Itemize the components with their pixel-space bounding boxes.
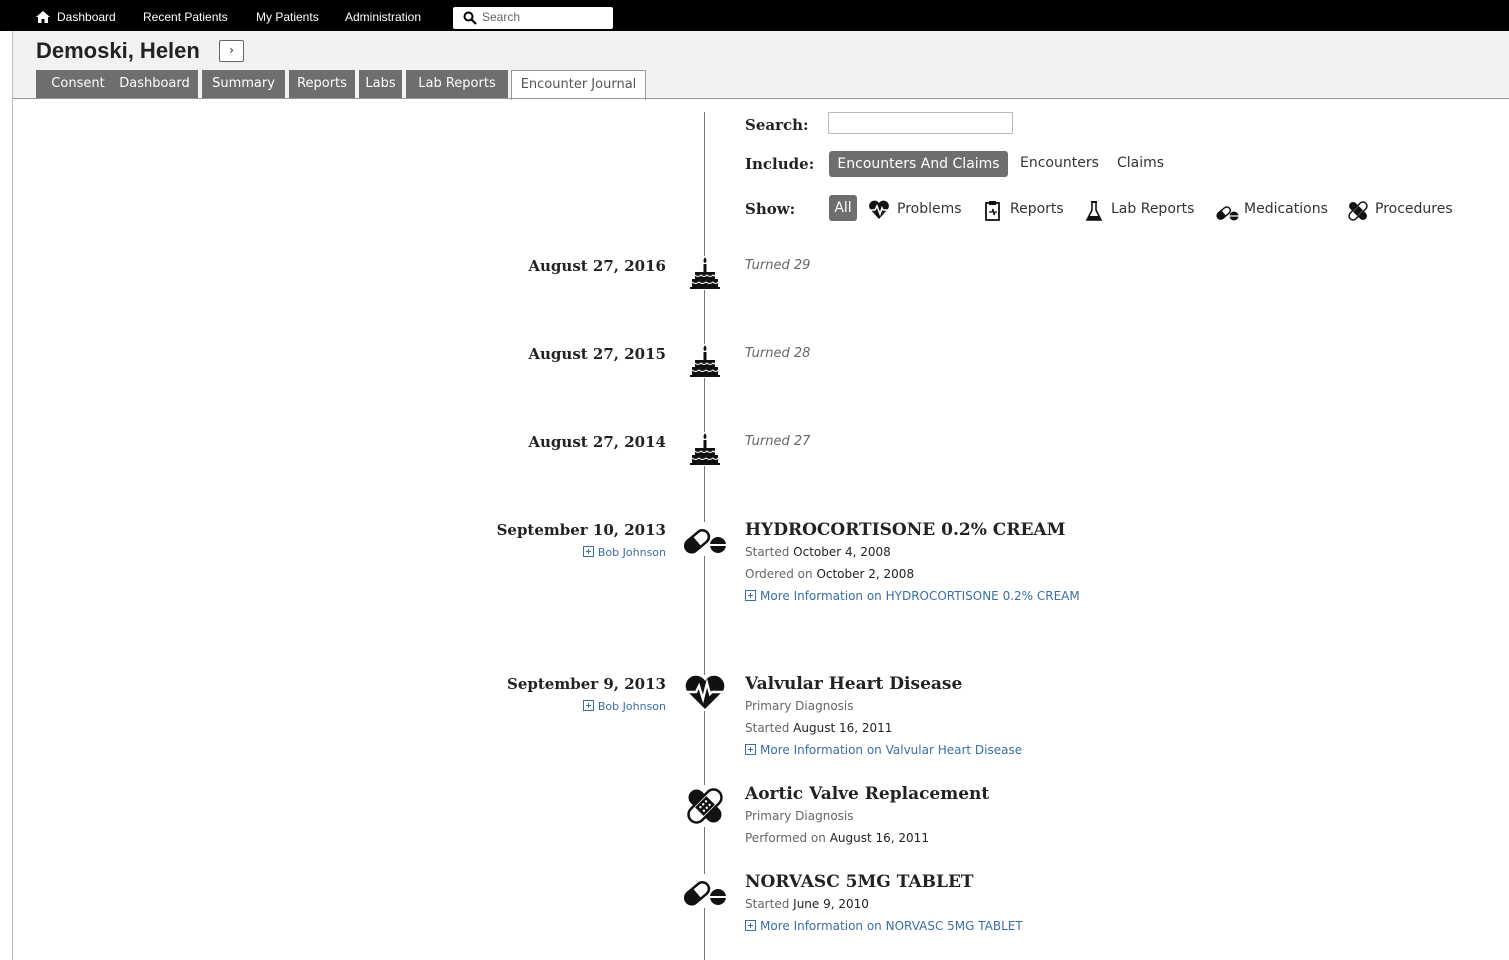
entry-detail-value: August 16, 2011: [793, 721, 893, 735]
entry-detail-line: Started October 4, 2008: [745, 545, 891, 559]
show-procedures[interactable]: Procedures: [1347, 199, 1462, 223]
entry-detail-prefix: Primary Diagnosis: [745, 809, 854, 823]
entry-detail-line: Started August 16, 2011: [745, 721, 892, 735]
global-search-input[interactable]: [482, 8, 607, 26]
tab-reports[interactable]: Reports: [289, 70, 355, 98]
more-information-text: More Information on Valvular Heart Disea…: [760, 743, 1023, 757]
more-information-link[interactable]: More Information on HYDROCORTISONE 0.2% …: [745, 589, 1080, 603]
heart-pulse-icon: [683, 675, 727, 711]
show-label: Show:: [745, 200, 796, 218]
pills-icon: [1216, 206, 1239, 221]
expand-plus-icon: [582, 700, 594, 711]
patient-header: Demoski, Helen › Consent Dashboard Summa…: [13, 31, 1509, 100]
bandage-icon: [684, 785, 726, 827]
entry-date: September 9, 2013: [507, 675, 666, 693]
top-nav-bar: Dashboard Recent Patients My Patients Ad…: [0, 0, 1509, 31]
flask-icon: [1085, 201, 1103, 221]
include-encounters[interactable]: Encounters: [1020, 155, 1099, 171]
birthday-cake-icon: [689, 344, 721, 378]
entry-detail-line: Ordered on October 2, 2008: [745, 567, 914, 581]
more-information-link[interactable]: More Information on NORVASC 5MG TABLET: [745, 919, 1023, 933]
search-icon: [463, 11, 477, 25]
expand-plus-icon: [745, 920, 756, 931]
entry-detail-prefix: Primary Diagnosis: [745, 699, 854, 713]
nav-my-patients[interactable]: My Patients: [256, 10, 319, 24]
entry-note: Turned 29: [745, 258, 811, 273]
more-information-text: More Information on NORVASC 5MG TABLET: [760, 919, 1023, 933]
tab-consent[interactable]: Consent: [36, 70, 120, 98]
entry-author-name: Bob Johnson: [597, 546, 666, 559]
patient-expand-button[interactable]: ›: [219, 40, 244, 62]
birthday-cake-icon: [689, 256, 721, 290]
pills-icon: [683, 874, 727, 908]
frame-left-border: [12, 31, 13, 960]
entry-detail-line: Started June 9, 2010: [745, 897, 869, 911]
show-problems[interactable]: Problems: [868, 199, 968, 223]
entry-detail-line: Performed on August 16, 2011: [745, 831, 929, 845]
include-claims[interactable]: Claims: [1117, 155, 1164, 171]
entry-note: Turned 27: [745, 434, 811, 449]
entry-detail-value: October 4, 2008: [793, 545, 891, 559]
entry-title: Valvular Heart Disease: [745, 674, 963, 694]
tab-summary[interactable]: Summary: [202, 70, 285, 98]
expand-plus-icon: [582, 546, 594, 557]
show-lab-reports[interactable]: Lab Reports: [1085, 199, 1202, 223]
tabs-divider: [13, 98, 1509, 99]
tab-encounter-journal[interactable]: Encounter Journal: [511, 70, 646, 100]
show-reports[interactable]: Reports: [984, 199, 1069, 223]
pills-icon: [683, 522, 727, 556]
entry-title: NORVASC 5MG TABLET: [745, 872, 974, 892]
show-lab-reports-label: Lab Reports: [1111, 201, 1195, 217]
more-information-text: More Information on HYDROCORTISONE 0.2% …: [760, 589, 1080, 603]
entry-detail-prefix: Ordered on: [745, 567, 813, 581]
include-encounters-and-claims[interactable]: Encounters And Claims: [829, 151, 1008, 177]
show-reports-label: Reports: [1010, 201, 1064, 217]
journal-search-input[interactable]: [828, 112, 1013, 134]
show-medications-label: Medications: [1244, 201, 1328, 217]
tab-labs[interactable]: Labs: [359, 70, 402, 98]
birthday-cake-icon: [689, 432, 721, 466]
tab-lab-reports[interactable]: Lab Reports: [406, 70, 508, 98]
entry-detail-line: Primary Diagnosis: [745, 809, 854, 823]
global-search-box: [453, 7, 613, 29]
entry-date: September 10, 2013: [496, 521, 666, 539]
include-label: Include:: [745, 155, 815, 173]
patient-name: Demoski, Helen: [36, 38, 200, 63]
tab-dashboard[interactable]: Dashboard: [111, 70, 198, 98]
entry-date: August 27, 2014: [528, 433, 666, 451]
entry-title: Aortic Valve Replacement: [745, 784, 990, 804]
show-procedures-label: Procedures: [1375, 201, 1453, 217]
clipboard-icon: [985, 201, 1000, 221]
entry-date: August 27, 2015: [528, 345, 666, 363]
entry-detail-value: June 9, 2010: [793, 897, 869, 911]
nav-dashboard[interactable]: Dashboard: [57, 10, 116, 24]
entry-author-link[interactable]: Bob Johnson: [582, 699, 666, 713]
entry-author-link[interactable]: Bob Johnson: [582, 545, 666, 559]
show-problems-label: Problems: [897, 201, 962, 217]
more-information-link[interactable]: More Information on Valvular Heart Disea…: [745, 743, 1022, 757]
entry-detail-value: October 2, 2008: [816, 567, 915, 581]
entry-date: August 27, 2016: [528, 257, 666, 275]
heart-pulse-icon: [869, 200, 889, 219]
nav-administration[interactable]: Administration: [345, 10, 421, 24]
entry-note: Turned 28: [745, 346, 811, 361]
entry-detail-line: Primary Diagnosis: [745, 699, 854, 713]
entry-detail-prefix: Started: [745, 545, 790, 559]
bandage-icon: [1348, 201, 1368, 221]
home-icon[interactable]: [36, 11, 50, 23]
show-all-button[interactable]: All: [829, 195, 857, 221]
entry-title: HYDROCORTISONE 0.2% CREAM: [745, 520, 1066, 540]
entry-detail-value: August 16, 2011: [829, 831, 929, 845]
entry-detail-prefix: Started: [745, 721, 790, 735]
entry-author-name: Bob Johnson: [597, 700, 666, 713]
expand-plus-icon: [745, 590, 756, 601]
expand-plus-icon: [745, 744, 756, 755]
search-label: Search:: [745, 116, 809, 134]
nav-recent-patients[interactable]: Recent Patients: [143, 10, 228, 24]
show-medications[interactable]: Medications: [1215, 199, 1335, 223]
entry-detail-prefix: Started: [745, 897, 790, 911]
entry-detail-prefix: Performed on: [745, 831, 826, 845]
